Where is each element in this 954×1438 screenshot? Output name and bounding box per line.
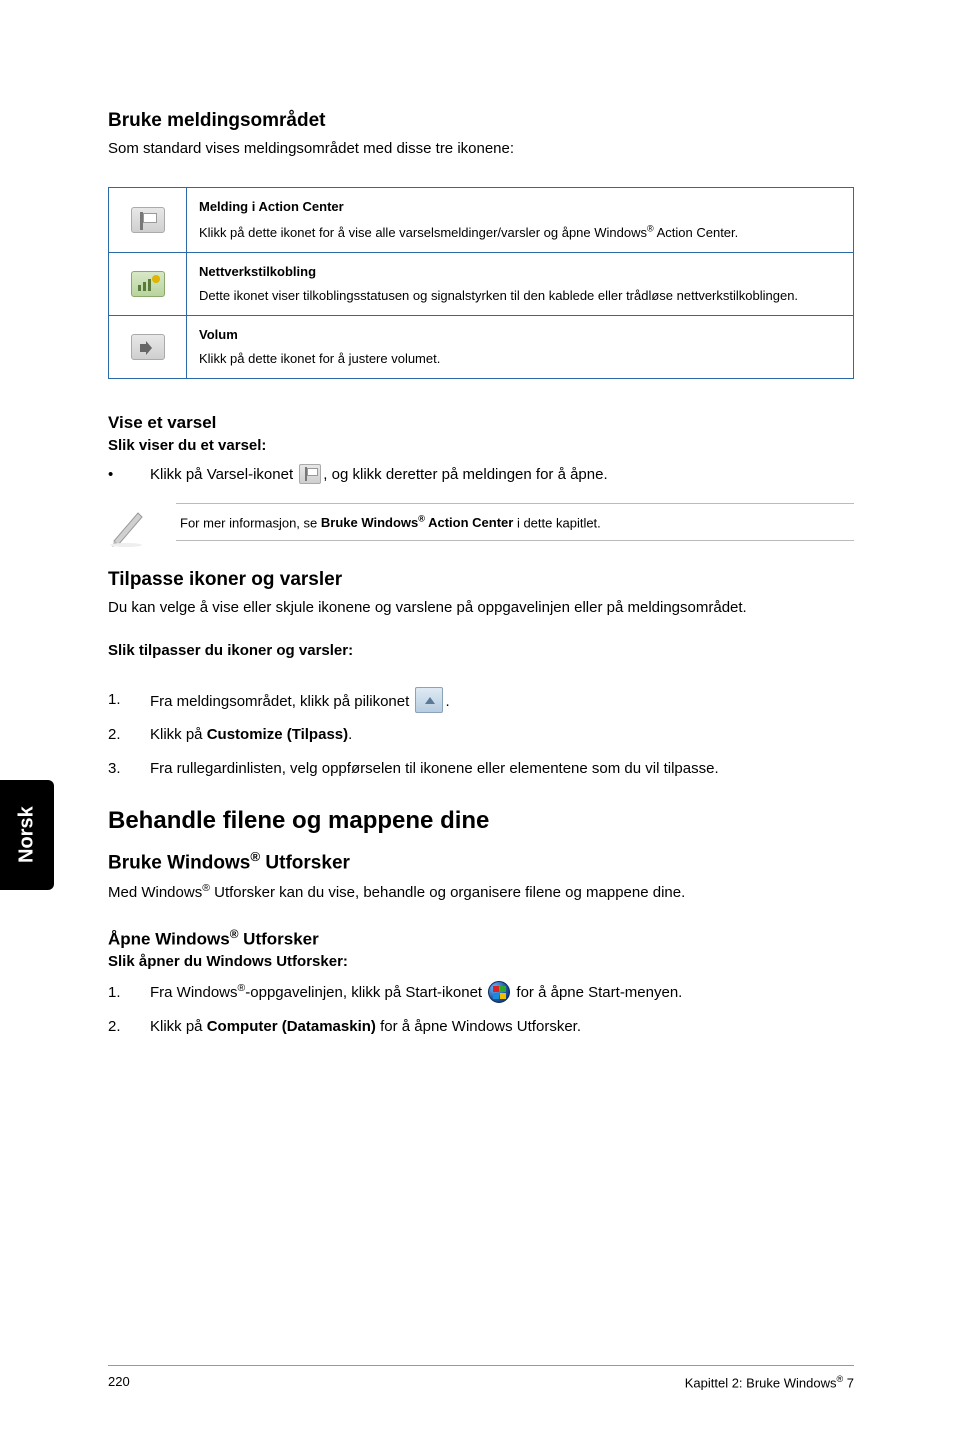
windows-start-orb-icon (488, 981, 510, 1003)
table-desc-cell: Volum Klikk på dette ikonet for å juster… (187, 316, 854, 379)
list-item: Fra rullegardinlisten, velg oppførselen … (108, 756, 854, 782)
note-block: For mer informasjon, se Bruke Windows® A… (108, 503, 854, 547)
pen-note-icon (108, 503, 148, 547)
page-footer: 220 Kapittel 2: Bruke Windows® 7 (108, 1365, 854, 1390)
icon-cell (109, 252, 187, 315)
sub-tilpasse: Slik tilpasser du ikoner og varsler: (108, 642, 854, 659)
table-row: Nettverkstilkobling Dette ikonet viser t… (109, 252, 854, 315)
steps-tilpasse: Fra meldingsområdet, klikk på pilikonet … (108, 687, 854, 782)
row-desc: Dette ikonet viser tilkoblingsstatusen o… (199, 288, 798, 303)
table-row: Melding i Action Center Klikk på dette i… (109, 188, 854, 253)
sub-vise-varsel: Slik viser du et varsel: (108, 437, 854, 454)
action-center-flag-icon (131, 207, 165, 233)
table-desc-cell: Melding i Action Center Klikk på dette i… (187, 188, 854, 253)
heading-meldingsomradet: Bruke meldingsområdet (108, 110, 854, 132)
steps-apne: Fra Windows®-oppgavelinjen, klikk på Sta… (108, 980, 854, 1039)
heading-bruke-utforsker: Bruke Windows® Utforsker (108, 849, 854, 874)
chapter-label: Kapittel 2: Bruke Windows® 7 (685, 1374, 854, 1390)
row-title: Nettverkstilkobling (199, 263, 841, 281)
row-desc: Klikk på dette ikonet for å vise alle va… (199, 225, 738, 240)
row-desc: Klikk på dette ikonet for å justere volu… (199, 351, 440, 366)
notification-icons-table: Melding i Action Center Klikk på dette i… (108, 187, 854, 379)
heading-behandle-filer: Behandle filene og mappene dine (108, 807, 854, 835)
row-title: Melding i Action Center (199, 198, 841, 216)
icon-cell (109, 188, 187, 253)
intro-meldingsomradet: Som standard vises meldingsområdet med d… (108, 138, 854, 159)
intro-tilpasse: Du kan velge å vise eller skjule ikonene… (108, 597, 854, 618)
table-row: Volum Klikk på dette ikonet for å juster… (109, 316, 854, 379)
intro-utforsker: Med Windows® Utforsker kan du vise, beha… (108, 881, 854, 903)
flag-icon (299, 464, 321, 484)
volume-speaker-icon (131, 334, 165, 360)
list-item: Klikk på Computer (Datamaskin) for å åpn… (108, 1014, 854, 1040)
page-number: 220 (108, 1374, 130, 1390)
heading-tilpasse: Tilpasse ikoner og varsler (108, 569, 854, 591)
note-text: For mer informasjon, se Bruke Windows® A… (176, 503, 854, 541)
table-desc-cell: Nettverkstilkobling Dette ikonet viser t… (187, 252, 854, 315)
list-item: Fra meldingsområdet, klikk på pilikonet … (108, 687, 854, 715)
heading-apne-utforsker: Åpne Windows® Utforsker (108, 927, 854, 950)
sub-apne-utforsker: Slik åpner du Windows Utforsker: (108, 953, 854, 970)
row-title: Volum (199, 326, 841, 344)
network-signal-icon (131, 271, 165, 297)
list-item: Klikk på Customize (Tilpass). (108, 722, 854, 748)
heading-vise-varsel: Vise et varsel (108, 413, 854, 433)
icon-cell (109, 316, 187, 379)
list-item: Fra Windows®-oppgavelinjen, klikk på Sta… (108, 980, 854, 1006)
bullet-varsel: •Klikk på Varsel-ikonet , og klikk deret… (108, 464, 854, 487)
arrow-up-icon (415, 687, 443, 713)
